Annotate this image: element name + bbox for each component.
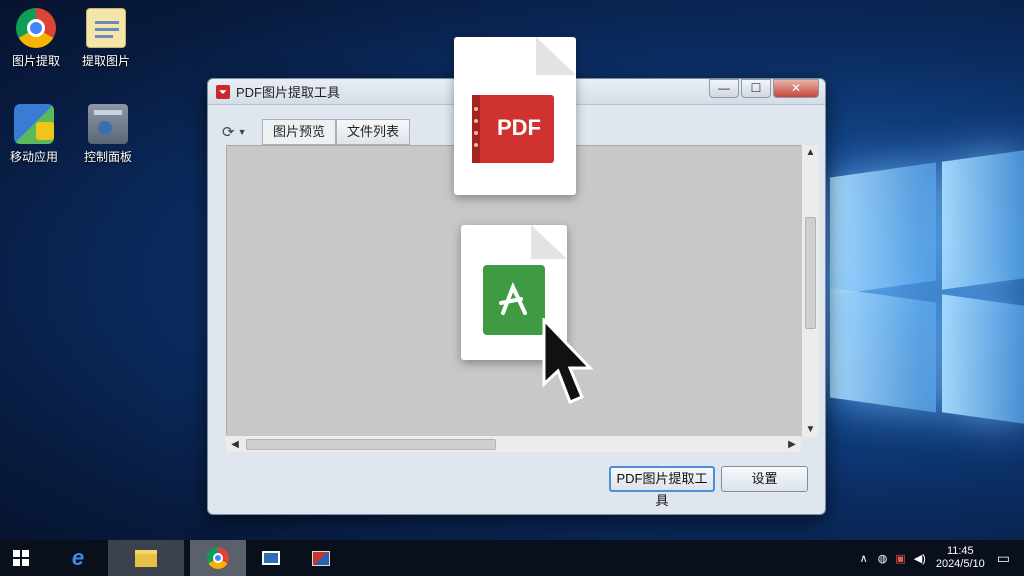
windows-logo-wallpaper (824, 150, 1024, 424)
taskbar-mail[interactable] (246, 540, 296, 576)
scroll-left-icon[interactable]: ◀ (228, 436, 242, 453)
scroll-right-icon[interactable]: ▶ (785, 436, 799, 453)
close-button[interactable]: ✕ (773, 79, 819, 98)
file-notes-icon (86, 8, 126, 48)
desktop-icon-mobile-app[interactable]: 移动应用 (4, 104, 64, 165)
volume-icon[interactable]: ◀) (914, 552, 926, 565)
vertical-scrollbar[interactable]: ▲ ▼ (801, 145, 818, 437)
maximize-button[interactable]: ☐ (741, 79, 771, 98)
control-panel-icon (88, 104, 128, 144)
chrome-icon (16, 8, 56, 48)
window-title: PDF图片提取工具 (236, 85, 341, 100)
scroll-down-icon[interactable]: ▼ (802, 424, 819, 435)
pdf-app-icon: ⏷ (216, 84, 230, 99)
minimize-button[interactable]: — (709, 79, 739, 98)
clock[interactable]: 11:45 2024/5/10 (936, 545, 985, 571)
desktop-icon-label: 移动应用 (9, 150, 58, 164)
tab-file-list[interactable]: 文件列表 (336, 119, 411, 145)
taskbar-media[interactable] (296, 540, 346, 576)
taskbar-chrome[interactable] (190, 540, 246, 576)
extract-button[interactable]: PDF图片提取工具 (609, 466, 715, 508)
pdf-document-icon: PDF (454, 37, 576, 195)
refresh-icon: ⟳ (222, 124, 235, 141)
taskbar: e ∧ ◍ ▣ ◀) 11:45 2024/5/10 ▭ (0, 540, 1024, 576)
pdf-badge-text: PDF (497, 115, 541, 140)
vertical-scroll-thumb[interactable] (805, 217, 816, 329)
notification-icon[interactable]: ▭ (997, 550, 1010, 567)
taskbar-file-explorer[interactable] (108, 540, 184, 576)
chevron-up-icon[interactable]: ∧ (860, 552, 868, 565)
desktop-icon-label: 图片提取 (11, 54, 60, 68)
settings-button[interactable]: 设置 (721, 466, 808, 492)
horizontal-scroll-thumb[interactable] (246, 439, 496, 450)
battery-icon[interactable]: ▣ (895, 552, 905, 565)
desktop-icon-extract-image[interactable]: 提取图片 (76, 8, 136, 69)
start-icon (13, 550, 29, 566)
chevron-down-icon: ▼ (237, 127, 247, 137)
media-icon (312, 550, 330, 566)
mouse-cursor-icon (542, 318, 594, 404)
system-tray: ∧ ◍ ▣ ◀) 11:45 2024/5/10 ▭ (860, 540, 1024, 576)
scroll-up-icon[interactable]: ▲ (802, 147, 819, 158)
chrome-icon (207, 547, 229, 569)
desktop-icon-label: 控制面板 (83, 150, 132, 164)
mail-icon (262, 551, 280, 565)
horizontal-scrollbar[interactable]: ◀ ▶ (226, 435, 801, 452)
app-folder-icon (14, 104, 54, 144)
tab-image-preview[interactable]: 图片预览 (262, 119, 337, 145)
file-explorer-icon (135, 549, 157, 567)
clock-date: 2024/5/10 (935, 558, 985, 570)
desktop-icon-label: 提取图片 (81, 54, 130, 68)
taskbar-ie[interactable]: e (48, 540, 108, 576)
network-icon[interactable]: ◍ (878, 552, 888, 565)
desktop-icon-control-panel[interactable]: 控制面板 (78, 104, 138, 165)
toolbar: ⟳ ▼ 图片预览 文件列表 (222, 119, 411, 145)
ie-icon: e (71, 545, 85, 570)
desktop-icon-image-extract[interactable]: 图片提取 (6, 8, 66, 69)
start-button[interactable] (0, 540, 42, 576)
clock-time: 11:45 (946, 545, 974, 557)
refresh-dropdown[interactable]: ⟳ ▼ (222, 123, 262, 141)
